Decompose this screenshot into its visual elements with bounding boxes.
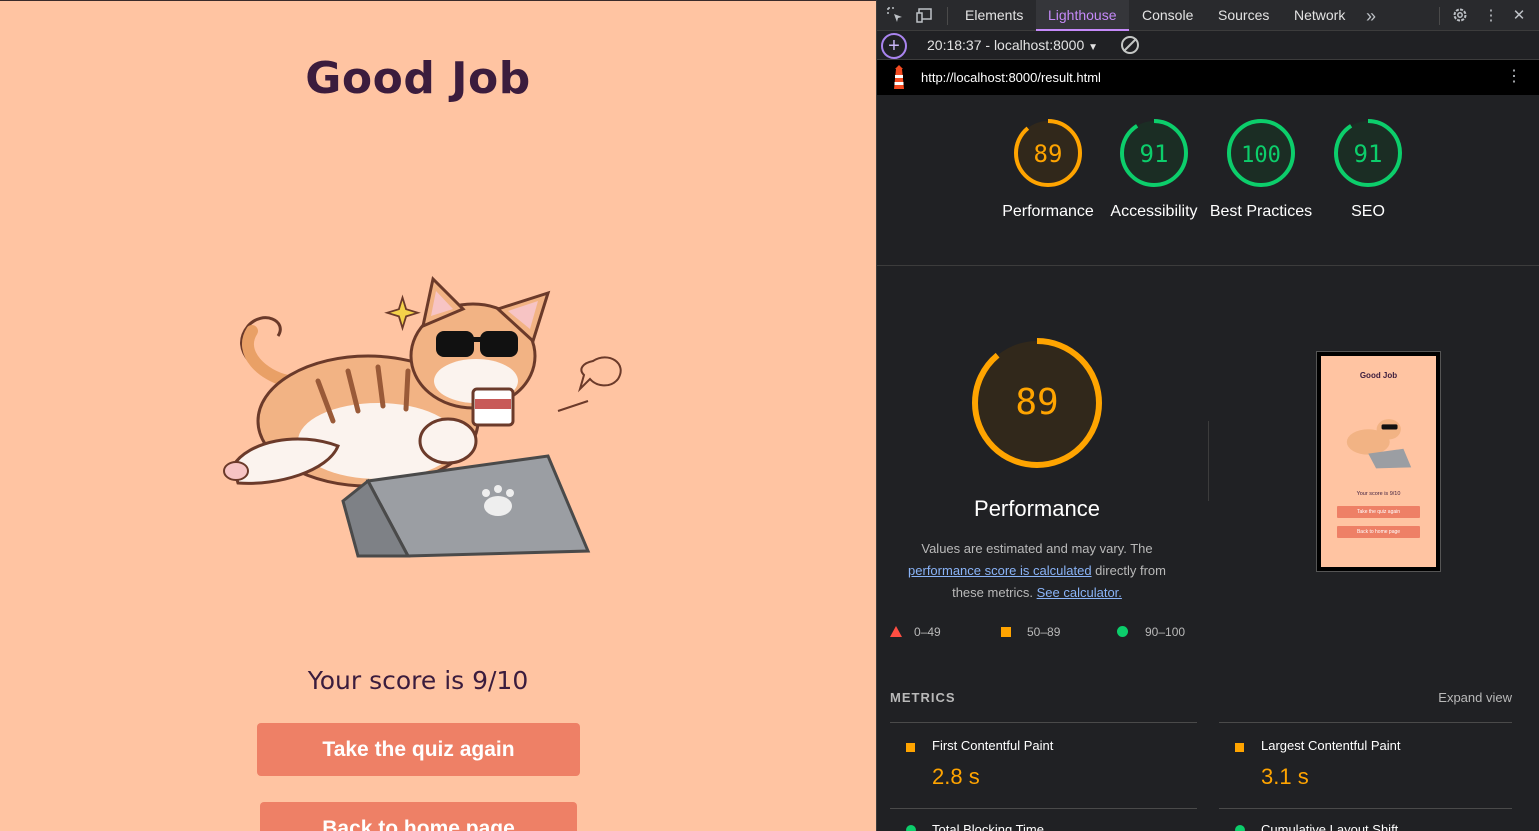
report-url[interactable]: http://localhost:8000/result.html [921,70,1101,85]
home-page-button[interactable]: Back to home page [260,802,577,831]
tabbar-divider [1439,7,1440,25]
gauge-accessibility[interactable]: 91 Accessibility [1099,117,1209,223]
performance-big-score: 89 [1015,382,1058,423]
metric-divider [890,722,1197,723]
gauge-label: Best Practices [1209,203,1313,220]
gauge-score: 89 [1034,140,1063,168]
close-icon[interactable]: ✕ [1509,6,1529,26]
metric-divider [1219,808,1512,809]
thumb-score: Your score is 9/10 [1356,491,1401,497]
gauge-score: 91 [1140,140,1169,168]
devtools-panel: Elements Lighthouse Console Sources Netw… [876,0,1539,831]
average-square-icon [1235,743,1244,752]
report-select[interactable]: 20:18:37 - localhost:8000 ▼ [927,37,1098,53]
gauge-ring: 100 [1227,119,1295,187]
retry-quiz-button[interactable]: Take the quiz again [257,723,580,776]
page-title: Good Job [305,53,531,104]
gauge-score: 91 [1354,140,1383,168]
inspect-element-icon[interactable] [885,6,905,26]
cat-laptop-illustration [223,275,622,558]
thumb-home-button: Back to home page [1337,526,1420,538]
final-screenshot-thumbnail[interactable]: Good Job Your score is 9/10 Take the qui… [1316,351,1441,572]
metric-label: Cumulative Layout Shift [1261,822,1399,831]
pass-circle-icon [1117,626,1128,637]
score-calculated-link[interactable]: performance score is calculated [908,563,1092,578]
desc-text: Values are estimated and may vary. The [921,541,1153,556]
pass-circle-icon [906,825,916,831]
tabbar-divider [947,7,948,25]
performance-section: 89 Performance Values are estimated and … [877,266,1539,666]
gauge-ring: 91 [1334,119,1402,187]
gauge-score: 100 [1241,143,1281,168]
gauge-ring: 91 [1120,119,1188,187]
clear-reports-icon[interactable] [1121,36,1139,54]
metrics-header: METRICS [890,690,956,705]
pass-circle-icon [1235,825,1245,831]
tab-console[interactable]: Console [1142,0,1193,31]
metric-label: First Contentful Paint [932,738,1054,753]
legend-pass: 90–100 [1117,625,1185,639]
expand-view-toggle[interactable]: Expand view [1438,690,1512,705]
report-select-label: 20:18:37 - localhost:8000 [927,37,1085,53]
performance-description: Values are estimated and may vary. The p… [897,538,1177,604]
performance-big-gauge[interactable]: 89 [970,336,1104,470]
more-options-icon[interactable]: ⋮ [1481,6,1501,26]
page-preview: Good Job Your score is 9/10 Take the qui… [0,0,876,831]
legend-average: 50–89 [1001,625,1060,639]
gauge-label: Accessibility [1110,203,1198,220]
devtools-tabbar: Elements Lighthouse Console Sources Netw… [877,0,1539,31]
more-tabs-icon[interactable]: » [1361,6,1381,26]
device-toggle-icon[interactable] [915,6,935,26]
thumb-retry-button: Take the quiz again [1337,506,1420,518]
lighthouse-logo-icon [894,65,904,89]
gauge-label: SEO [1351,203,1385,220]
tab-sources[interactable]: Sources [1218,0,1269,31]
section-divider [1208,421,1209,501]
settings-gear-icon[interactable] [1450,6,1470,26]
thumb-cat-image [1346,419,1412,469]
thumb-title: Good Job [1359,371,1398,380]
average-square-icon [1001,627,1011,637]
metric-value: 3.1 s [1261,764,1309,789]
average-square-icon [906,743,915,752]
gauge-ring: 89 [1014,119,1082,187]
new-report-add-icon[interactable]: + [881,33,907,59]
metric-divider [890,808,1197,809]
report-menu-icon[interactable]: ⋮ [1506,67,1522,87]
fail-triangle-icon [890,626,902,637]
metric-value: 2.8 s [932,764,980,789]
score-text: Your score is 9/10 [307,666,529,695]
tab-elements[interactable]: Elements [965,0,1023,31]
see-calculator-link[interactable]: See calculator. [1037,585,1122,600]
metric-divider [1219,722,1512,723]
metric-label: Largest Contentful Paint [1261,738,1401,753]
category-gauges: 89 Performance 91 Accessibility 100 Best Prac… [877,95,1539,266]
performance-title: Performance [974,496,1100,521]
lighthouse-toolbar: + 20:18:37 - localhost:8000 ▼ [877,31,1539,60]
tab-lighthouse[interactable]: Lighthouse [1036,0,1129,31]
gauge-best-practices[interactable]: 100 Best Practices [1206,117,1316,223]
tab-network[interactable]: Network [1294,0,1345,31]
legend-fail: 0–49 [890,625,941,639]
metric-label: Total Blocking Time [932,822,1044,831]
gauge-seo[interactable]: 91 SEO [1313,117,1423,223]
chevron-down-icon: ▼ [1088,42,1099,53]
gauge-label: Performance [1002,203,1094,220]
report-url-bar: http://localhost:8000/result.html ⋮ [877,60,1539,95]
gauge-performance[interactable]: 89 Performance [993,117,1103,223]
